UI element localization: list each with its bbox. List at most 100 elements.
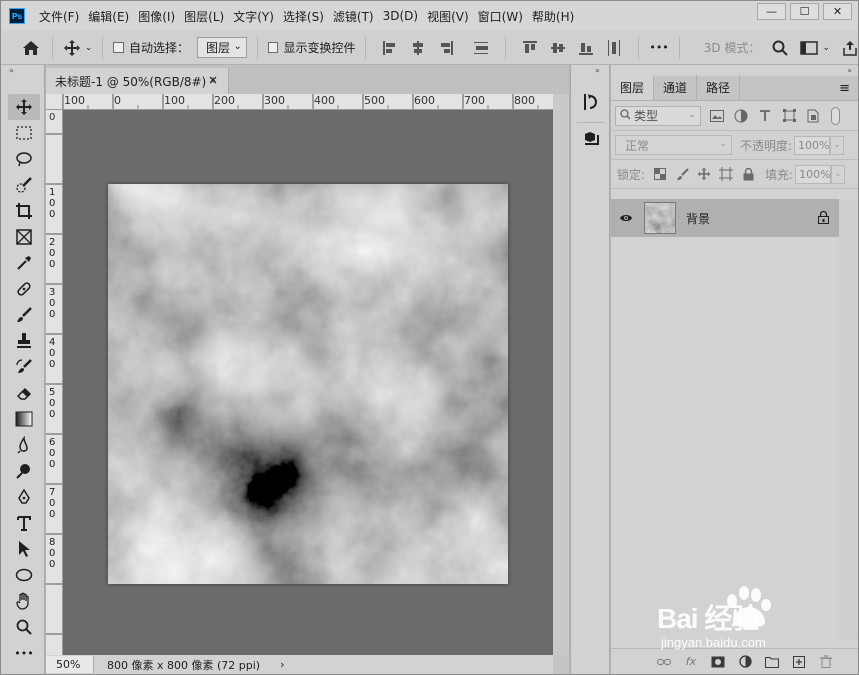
history-panel-icon[interactable] [577, 88, 605, 116]
canvas-pasteboard[interactable] [63, 110, 553, 655]
fill-label: 填充: [765, 167, 794, 182]
menu-type[interactable]: 文字(Y) [233, 8, 274, 25]
smart-object-filter-icon[interactable] [805, 108, 821, 124]
opacity-field[interactable]: 100% [794, 135, 831, 155]
eraser-tool-icon[interactable] [8, 380, 40, 406]
blur-tool-icon[interactable] [8, 432, 40, 458]
zoom-field[interactable]: 50% [46, 656, 94, 673]
lock-image-pixels-icon[interactable] [675, 167, 689, 181]
lock-all-icon[interactable] [741, 167, 755, 181]
gradient-tool-icon[interactable] [8, 406, 40, 432]
collapse-icon[interactable]: « [571, 65, 609, 76]
menu-help[interactable]: 帮助(H) [532, 8, 574, 25]
menu-3d[interactable]: 3D(D) [383, 9, 418, 23]
menu-filter[interactable]: 滤镜(T) [333, 8, 374, 25]
vertical-scrollbar[interactable] [553, 94, 569, 655]
minimize-button[interactable]: — [757, 3, 786, 20]
tab-layers[interactable]: 图层 [611, 75, 655, 100]
add-mask-icon[interactable] [710, 654, 726, 670]
blend-mode-dropdown[interactable]: 正常 ⌄ [615, 135, 732, 155]
close-icon[interactable]: × [208, 73, 218, 87]
shape-layer-filter-icon[interactable] [781, 108, 797, 124]
search-icon[interactable] [772, 40, 789, 56]
new-layer-icon[interactable] [791, 654, 807, 670]
healing-brush-tool-icon[interactable] [8, 276, 40, 302]
new-group-icon[interactable] [764, 654, 780, 670]
clone-stamp-tool-icon[interactable] [8, 328, 40, 354]
history-brush-tool-icon[interactable] [8, 354, 40, 380]
adjustment-layer-filter-icon[interactable] [733, 108, 749, 124]
maximize-button[interactable]: ☐ [790, 3, 819, 20]
layer-style-icon[interactable]: fx [683, 654, 699, 670]
workspace-icon[interactable]: ⌄ [800, 40, 830, 55]
layer-filter-kind-dropdown[interactable]: 类型 ⌄ [615, 105, 701, 126]
clouds-image-canvas[interactable] [108, 184, 508, 584]
type-tool-icon[interactable] [8, 510, 40, 536]
move-tool-preset-icon[interactable]: ⌄ [63, 39, 92, 57]
ellipse-tool-icon[interactable] [8, 562, 40, 588]
fill-field[interactable]: 100% [795, 164, 832, 184]
brush-tool-icon[interactable] [8, 302, 40, 328]
lock-position-icon[interactable] [697, 167, 711, 181]
home-icon[interactable] [21, 37, 42, 59]
auto-select-checkbox[interactable] [113, 42, 124, 53]
lock-artboard-icon[interactable] [719, 167, 734, 181]
tab-channels[interactable]: 通道 [654, 75, 698, 100]
menu-view[interactable]: 视图(V) [427, 8, 469, 25]
ruler-corner[interactable] [46, 94, 63, 110]
menu-select[interactable]: 选择(S) [283, 8, 324, 25]
move-tool-icon[interactable] [8, 94, 40, 120]
zoom-tool-icon[interactable] [8, 614, 40, 640]
menu-window[interactable]: 窗口(W) [478, 8, 523, 25]
quick-selection-tool-icon[interactable] [8, 172, 40, 198]
align-bottom-icon[interactable] [579, 41, 594, 55]
path-selection-tool-icon[interactable] [8, 536, 40, 562]
3d-panel-icon[interactable] [577, 125, 605, 153]
collapse-icon[interactable]: » [1, 65, 44, 76]
distribute-vertical-icon[interactable] [474, 41, 489, 55]
eye-icon[interactable] [618, 210, 634, 226]
link-layers-icon[interactable] [656, 654, 672, 670]
chevron-down-icon[interactable]: ⌄ [830, 135, 845, 155]
pixel-layer-filter-icon[interactable] [709, 108, 725, 124]
lasso-tool-icon[interactable] [8, 146, 40, 172]
type-layer-filter-icon[interactable] [757, 108, 773, 124]
crop-tool-icon[interactable] [8, 198, 40, 224]
layer-row-background[interactable]: 背景 [611, 199, 839, 237]
vertical-ruler[interactable]: 0 100 200 300 400 500 600 700 800 [46, 110, 63, 655]
panel-scrollbar[interactable] [839, 199, 858, 639]
panel-menu-icon[interactable]: ≡ [839, 81, 850, 96]
lock-transparent-pixels-icon[interactable] [653, 167, 667, 181]
marquee-tool-icon[interactable] [8, 120, 40, 146]
align-center-h-icon[interactable] [411, 40, 425, 55]
more-tools-icon[interactable]: ••• [8, 640, 40, 666]
filter-toggle-switch[interactable] [831, 106, 840, 125]
hand-tool-icon[interactable] [8, 588, 40, 614]
chevron-down-icon[interactable]: ⌄ [831, 164, 846, 184]
pen-tool-icon[interactable] [8, 484, 40, 510]
menu-file[interactable]: 文件(F) [39, 8, 79, 25]
align-right-icon[interactable] [439, 40, 454, 55]
status-menu-arrow[interactable]: › [280, 658, 284, 671]
align-top-icon[interactable] [523, 40, 538, 55]
dodge-tool-icon[interactable] [8, 458, 40, 484]
frame-tool-icon[interactable] [8, 224, 40, 250]
align-middle-v-icon[interactable] [551, 41, 566, 55]
eyedropper-tool-icon[interactable] [8, 250, 40, 276]
close-button[interactable]: ✕ [823, 3, 852, 20]
horizontal-ruler[interactable]: 100 0 100 200 300 400 500 600 700 800 [63, 94, 553, 110]
auto-select-target-dropdown[interactable]: 图层 ⌄ [196, 37, 247, 58]
menu-edit[interactable]: 编辑(E) [88, 8, 129, 25]
show-transform-checkbox[interactable] [267, 42, 279, 53]
distribute-horizontal-icon[interactable] [607, 39, 621, 56]
more-options-button[interactable]: ••• [649, 41, 668, 54]
menu-layer[interactable]: 图层(L) [184, 8, 224, 25]
adjustment-layer-icon[interactable] [737, 654, 753, 670]
share-icon[interactable] [842, 40, 858, 56]
align-left-icon[interactable] [383, 40, 397, 55]
delete-layer-icon[interactable] [818, 654, 834, 670]
document-tab[interactable]: 未标题-1 @ 50%(RGB/8#) * × [46, 68, 229, 94]
tab-paths[interactable]: 路径 [697, 75, 741, 100]
menu-image[interactable]: 图像(I) [138, 8, 175, 25]
watermark-url-text: jingyan.baidu.com [661, 635, 766, 650]
